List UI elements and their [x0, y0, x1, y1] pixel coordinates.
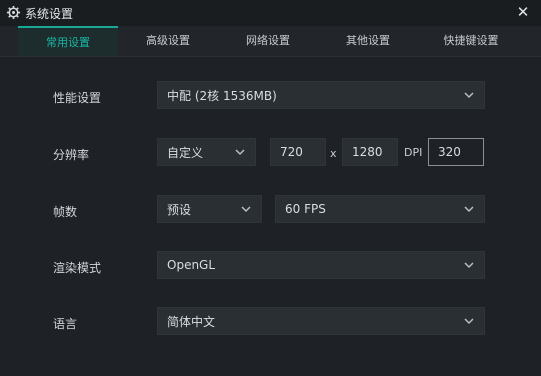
resolution-mode-select[interactable]: 自定义 — [157, 138, 256, 166]
chevron-down-icon — [235, 149, 245, 156]
resolution-width-value: 720 — [280, 145, 303, 159]
settings-window: 系统设置 ✕ 常用设置 高级设置 网络设置 其他设置 快捷键设置 性能设置 中配… — [0, 0, 541, 376]
fps-value-select[interactable]: 60 FPS — [275, 195, 485, 223]
performance-label: 性能设置 — [53, 91, 102, 105]
fps-label: 帧数 — [53, 205, 78, 219]
language-select[interactable]: 简体中文 — [157, 307, 485, 335]
resolution-height-input[interactable]: 1280 — [342, 138, 398, 166]
tab-network[interactable]: 网络设置 — [218, 26, 318, 56]
tab-advanced[interactable]: 高级设置 — [118, 26, 218, 56]
chevron-down-icon — [464, 262, 474, 269]
resolution-x-separator: x — [330, 147, 337, 160]
language-value: 简体中文 — [167, 314, 216, 329]
chevron-down-icon — [464, 206, 474, 213]
resolution-width-input[interactable]: 720 — [270, 138, 326, 166]
tab-other[interactable]: 其他设置 — [318, 26, 418, 56]
performance-select[interactable]: 中配 (2核 1536MB) — [157, 81, 485, 109]
language-label: 语言 — [53, 317, 78, 331]
render-mode-label: 渲染模式 — [53, 261, 102, 275]
tab-shortcuts[interactable]: 快捷键设置 — [418, 26, 524, 56]
dpi-value: 320 — [438, 145, 461, 159]
chevron-down-icon — [464, 318, 474, 325]
render-mode-select[interactable]: OpenGL — [157, 251, 485, 279]
fps-mode-select[interactable]: 预设 — [157, 195, 262, 223]
close-button[interactable]: ✕ — [513, 2, 533, 22]
chevron-down-icon — [464, 92, 474, 99]
fps-value: 60 FPS — [285, 202, 326, 216]
title-bar: 系统设置 ✕ — [0, 0, 541, 26]
performance-value: 中配 (2核 1536MB) — [167, 88, 277, 103]
gear-icon — [6, 5, 21, 20]
close-icon[interactable]: ✕ — [517, 3, 530, 21]
fps-mode-value: 预设 — [167, 202, 192, 217]
dpi-label: DPI — [404, 146, 423, 159]
window-title: 系统设置 — [25, 7, 74, 21]
resolution-mode-value: 自定义 — [167, 145, 204, 160]
dpi-input[interactable]: 320 — [428, 138, 484, 166]
chevron-down-icon — [241, 206, 251, 213]
resolution-height-value: 1280 — [352, 145, 383, 159]
tab-bar: 常用设置 高级设置 网络设置 其他设置 快捷键设置 — [0, 26, 541, 56]
tab-general[interactable]: 常用设置 — [18, 26, 118, 56]
resolution-label: 分辨率 — [53, 148, 90, 162]
settings-panel: 性能设置 中配 (2核 1536MB) 分辨率 自定义 720 x 1280 D… — [0, 57, 541, 376]
render-mode-value: OpenGL — [167, 258, 216, 272]
